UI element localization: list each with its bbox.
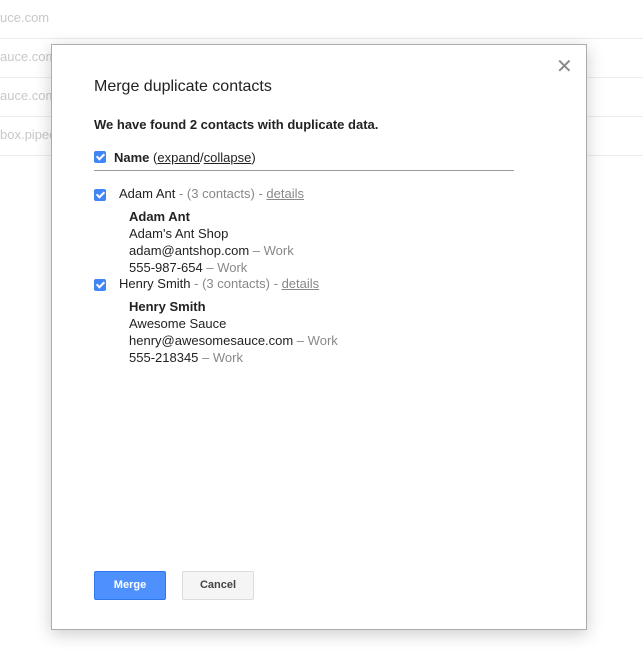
close-icon[interactable]: ✕	[556, 57, 573, 77]
details-link[interactable]: details	[266, 186, 304, 201]
contact-company: Awesome Sauce	[129, 316, 227, 331]
name-field-checkbox[interactable]	[94, 151, 106, 163]
details-link[interactable]: details	[282, 276, 320, 291]
expand-link[interactable]: expand	[157, 150, 200, 165]
background-row-text: auce.com	[0, 49, 57, 64]
group-checkbox[interactable]	[94, 189, 106, 201]
contact-email: adam@antshop.com	[129, 243, 250, 258]
group-count: - (3 contacts) -	[175, 186, 267, 201]
contact-card: Henry Smith Awesome Sauce henry@awesomes…	[129, 298, 338, 366]
name-field-label: Name	[114, 150, 150, 165]
background-row-text: auce.com	[0, 88, 57, 103]
group-checkbox[interactable]	[94, 279, 106, 291]
collapse-link[interactable]: collapse	[204, 150, 252, 165]
contact-email-row: henry@awesomesauce.com – Work	[129, 332, 338, 349]
contact-phone: 555-987-654	[129, 260, 203, 275]
name-field-header: Name (expand/collapse)	[94, 148, 514, 171]
group-name: Adam Ant	[119, 186, 176, 201]
contact-email-type: – Work	[293, 333, 338, 348]
contact-name: Henry Smith	[129, 299, 206, 314]
contact-company: Adam's Ant Shop	[129, 226, 229, 241]
contact-phone-type: – Work	[198, 350, 243, 365]
background-list-row: uce.com	[0, 0, 643, 39]
group-count: - (3 contacts) -	[190, 276, 282, 291]
contact-email-row: adam@antshop.com – Work	[129, 242, 294, 259]
name-field-label-group: Name (expand/collapse)	[114, 150, 256, 165]
paren-close: )	[251, 150, 256, 165]
group-name: Henry Smith	[119, 276, 191, 291]
contact-email: henry@awesomesauce.com	[129, 333, 294, 348]
merge-duplicates-dialog: ✕ Merge duplicate contacts We have found…	[51, 44, 587, 630]
dialog-title: Merge duplicate contacts	[94, 78, 272, 95]
contact-phone-row: 555-218345 – Work	[129, 349, 338, 366]
background-row-text: uce.com	[0, 10, 50, 25]
cancel-button[interactable]: Cancel	[182, 571, 254, 600]
contact-card: Adam Ant Adam's Ant Shop adam@antshop.co…	[129, 208, 294, 276]
merge-button[interactable]: Merge	[94, 571, 166, 600]
contact-phone-row: 555-987-654 – Work	[129, 259, 294, 276]
group-header: Henry Smith - (3 contacts) - details	[119, 276, 319, 291]
contact-name: Adam Ant	[129, 209, 190, 224]
contact-phone: 555-218345	[129, 350, 199, 365]
dialog-subtitle: We have found 2 contacts with duplicate …	[94, 117, 379, 132]
contact-email-type: – Work	[249, 243, 294, 258]
group-header: Adam Ant - (3 contacts) - details	[119, 186, 304, 201]
contact-phone-type: – Work	[202, 260, 248, 275]
background-row-text: box.piped	[0, 127, 57, 142]
